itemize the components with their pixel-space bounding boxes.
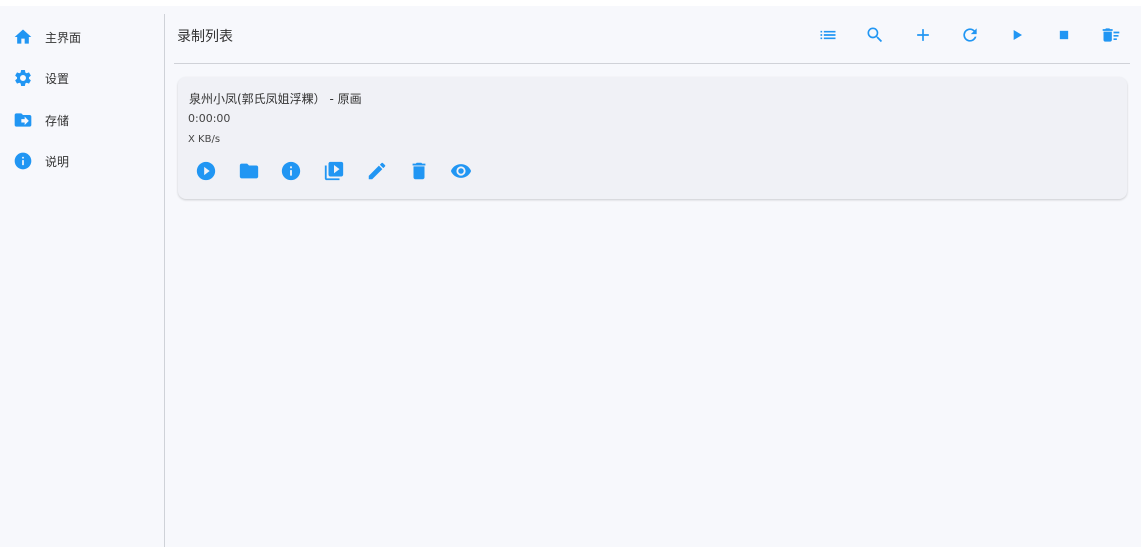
- info-icon: [12, 150, 34, 172]
- recording-card[interactable]: 泉州小凤(郭氏凤姐浮粿） - 原画 0:00:00 X KB/s: [178, 77, 1127, 199]
- list-icon: [820, 30, 836, 40]
- stop-all-button[interactable]: [1052, 23, 1076, 47]
- add-icon: [917, 29, 929, 41]
- preview-button[interactable]: [322, 159, 346, 183]
- delete-sweep-icon: [1102, 28, 1120, 42]
- sidebar-item-label: 存储: [45, 113, 70, 128]
- folder-arrow-icon: [12, 109, 34, 131]
- delete-all-button[interactable]: [1099, 23, 1123, 47]
- sidebar-item-settings[interactable]: 设置: [12, 64, 69, 92]
- open-folder-button[interactable]: [237, 159, 261, 183]
- search-icon: [867, 27, 883, 43]
- sidebar-item-label: 说明: [45, 154, 70, 169]
- start-all-button[interactable]: [1005, 23, 1029, 47]
- main-content: 录制列表 泉州小凤(郭氏凤姐浮粿） - 原画 0:00:00 X KB/s: [165, 6, 1141, 547]
- stop-icon: [1059, 30, 1069, 40]
- eye-icon: [450, 164, 472, 178]
- edit-button[interactable]: [365, 159, 389, 183]
- folder-icon: [239, 163, 259, 179]
- play-circle-icon: [196, 161, 216, 181]
- sidebar-item-storage[interactable]: 存储: [12, 106, 69, 134]
- sidebar-item-home[interactable]: 主界面: [12, 23, 81, 51]
- view-button[interactable]: [449, 159, 473, 183]
- play-recording-button[interactable]: [194, 159, 218, 183]
- delete-button[interactable]: [407, 159, 431, 183]
- sidebar: 主界面 设置 存储 说明: [0, 6, 164, 547]
- sidebar-item-label: 主界面: [45, 30, 82, 45]
- refresh-icon: [963, 28, 977, 42]
- recording-title: 泉州小凤(郭氏凤姐浮粿） - 原画: [189, 92, 362, 106]
- recording-actions: [178, 159, 498, 183]
- recording-speed: X KB/s: [188, 134, 221, 145]
- sidebar-item-label: 设置: [45, 71, 70, 86]
- home-icon: [12, 26, 34, 48]
- delete-icon: [412, 162, 426, 180]
- search-button[interactable]: [863, 23, 887, 47]
- refresh-button[interactable]: [958, 23, 982, 47]
- header-divider: [174, 63, 1130, 64]
- recording-duration: 0:00:00: [188, 112, 231, 125]
- recording-info-button[interactable]: [279, 159, 303, 183]
- toolbar: [165, 23, 1141, 47]
- gear-icon: [12, 67, 34, 89]
- list-button[interactable]: [816, 23, 840, 47]
- edit-icon: [368, 162, 386, 180]
- info-icon: [281, 161, 301, 181]
- sidebar-item-help[interactable]: 说明: [12, 147, 69, 175]
- play-icon: [1013, 30, 1022, 40]
- add-button[interactable]: [911, 23, 935, 47]
- video-library-icon: [324, 161, 344, 181]
